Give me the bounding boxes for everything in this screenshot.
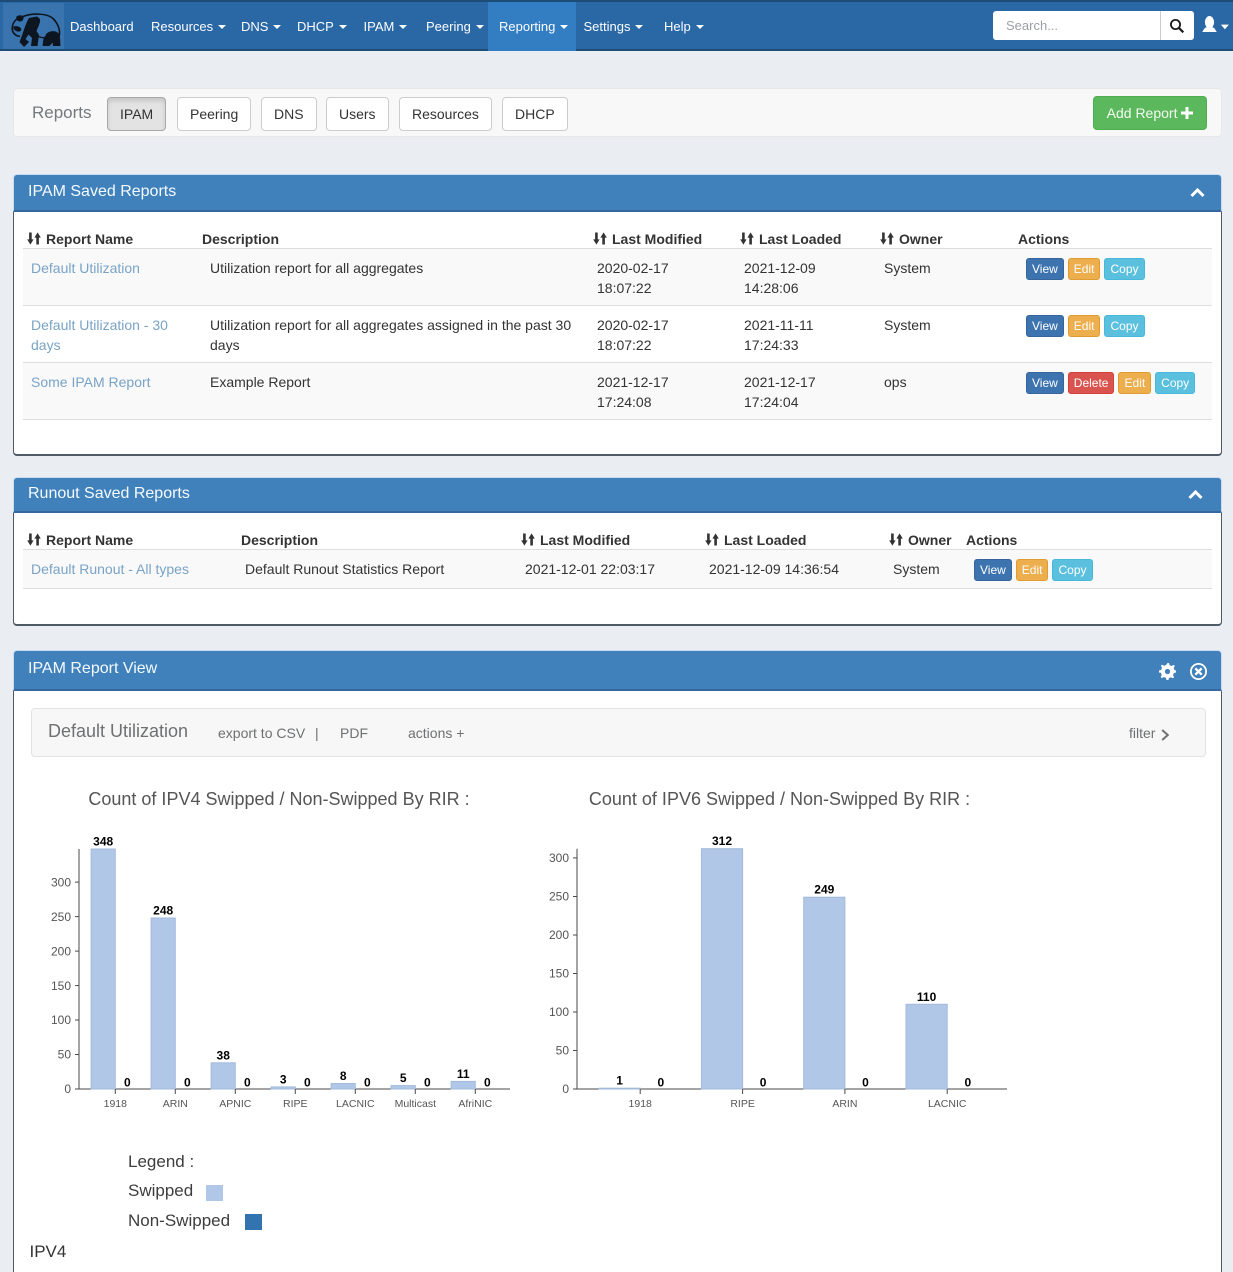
svg-text:LACNIC: LACNIC <box>928 1098 967 1110</box>
svg-text:1918: 1918 <box>104 1098 128 1110</box>
svg-text:APNIC: APNIC <box>219 1098 252 1110</box>
svg-text:348: 348 <box>93 835 113 849</box>
svg-text:Multicast: Multicast <box>395 1098 437 1110</box>
svg-text:0: 0 <box>304 1076 311 1090</box>
svg-text:AfriNIC: AfriNIC <box>458 1098 492 1110</box>
svg-text:RIPE: RIPE <box>730 1098 755 1110</box>
svg-text:50: 50 <box>58 1048 72 1062</box>
svg-text:200: 200 <box>51 944 71 958</box>
svg-text:Count of IPV6 Swipped / Non-Sw: Count of IPV6 Swipped / Non-Swipped By R… <box>589 789 970 809</box>
svg-text:300: 300 <box>549 851 569 865</box>
svg-text:0: 0 <box>964 1076 971 1090</box>
svg-text:Count of IPV4 Swipped / Non-Sw: Count of IPV4 Swipped / Non-Swipped By R… <box>88 789 469 809</box>
svg-text:ARIN: ARIN <box>832 1098 857 1110</box>
svg-text:1: 1 <box>616 1074 623 1088</box>
svg-text:0: 0 <box>657 1076 664 1090</box>
svg-text:3: 3 <box>280 1072 287 1086</box>
svg-text:0: 0 <box>364 1076 371 1090</box>
svg-text:0: 0 <box>64 1082 71 1096</box>
svg-text:11: 11 <box>457 1067 470 1081</box>
svg-text:RIPE: RIPE <box>283 1098 308 1110</box>
svg-text:100: 100 <box>51 1013 71 1027</box>
svg-text:150: 150 <box>51 979 71 993</box>
svg-text:0: 0 <box>760 1076 767 1090</box>
svg-text:248: 248 <box>153 904 173 918</box>
svg-text:0: 0 <box>484 1076 491 1090</box>
svg-text:100: 100 <box>549 1005 569 1019</box>
svg-text:300: 300 <box>51 875 71 889</box>
svg-text:1918: 1918 <box>629 1098 653 1110</box>
svg-text:50: 50 <box>556 1044 570 1058</box>
svg-text:0: 0 <box>424 1076 431 1090</box>
svg-text:0: 0 <box>244 1076 251 1090</box>
svg-text:250: 250 <box>549 890 569 904</box>
svg-text:110: 110 <box>917 990 937 1004</box>
svg-text:0: 0 <box>124 1076 131 1090</box>
svg-text:0: 0 <box>184 1076 191 1090</box>
svg-text:200: 200 <box>549 928 569 942</box>
svg-text:38: 38 <box>217 1048 231 1062</box>
svg-text:5: 5 <box>400 1071 407 1085</box>
svg-text:249: 249 <box>814 883 834 897</box>
svg-text:250: 250 <box>51 910 71 924</box>
svg-text:LACNIC: LACNIC <box>336 1098 375 1110</box>
svg-text:0: 0 <box>862 1076 869 1090</box>
svg-text:150: 150 <box>549 967 569 981</box>
svg-text:ARIN: ARIN <box>163 1098 188 1110</box>
svg-text:8: 8 <box>340 1069 347 1083</box>
svg-text:312: 312 <box>712 834 732 848</box>
svg-text:0: 0 <box>562 1082 569 1096</box>
